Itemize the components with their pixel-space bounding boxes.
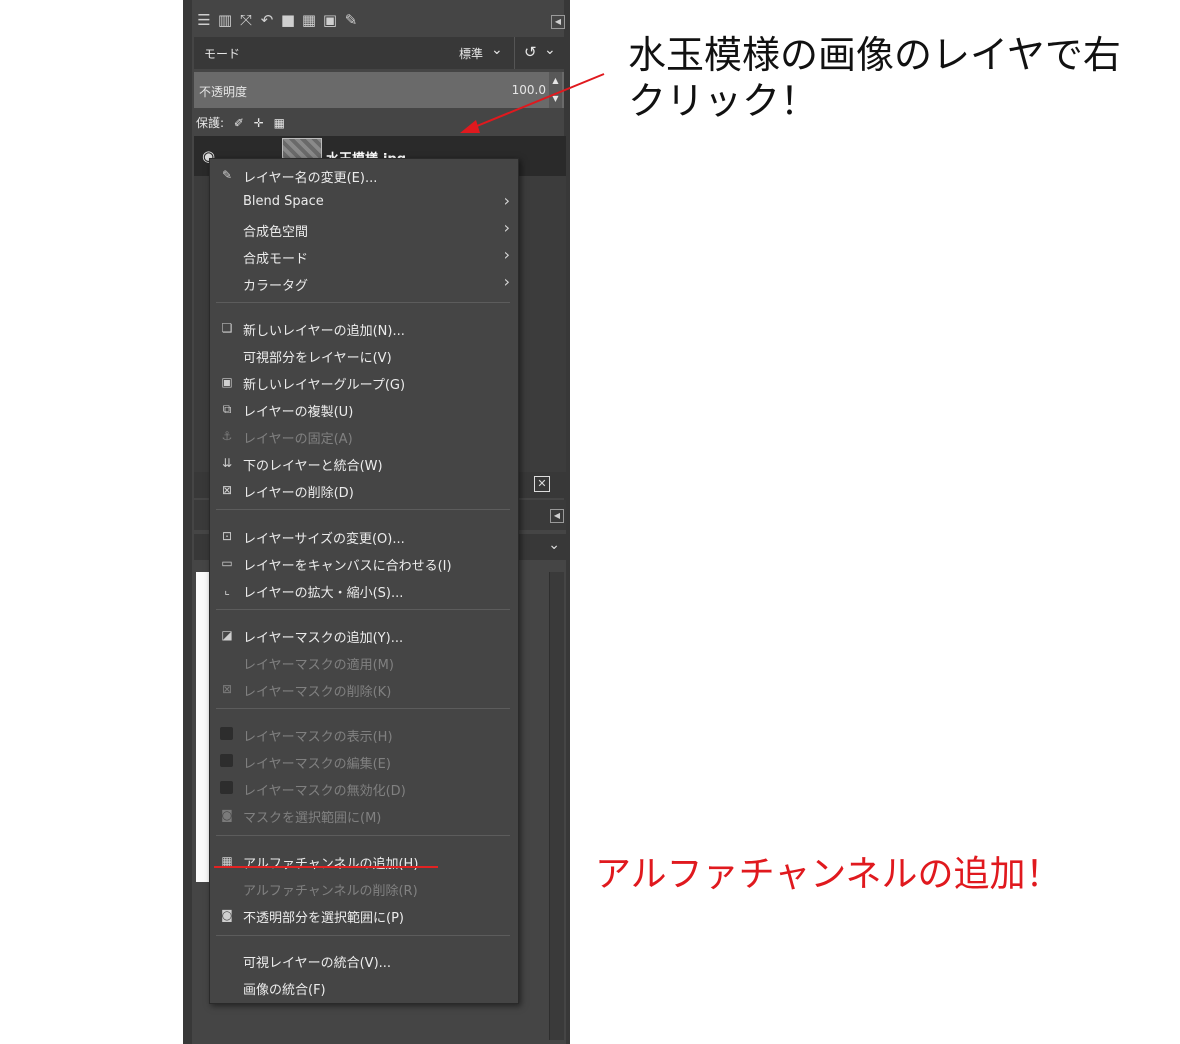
alpha-channel-annotation: アルファチャンネルの追加！ <box>595 854 1062 895</box>
right-click-annotation: 水玉模様の画像のレイヤで右クリック！ <box>628 33 1121 123</box>
